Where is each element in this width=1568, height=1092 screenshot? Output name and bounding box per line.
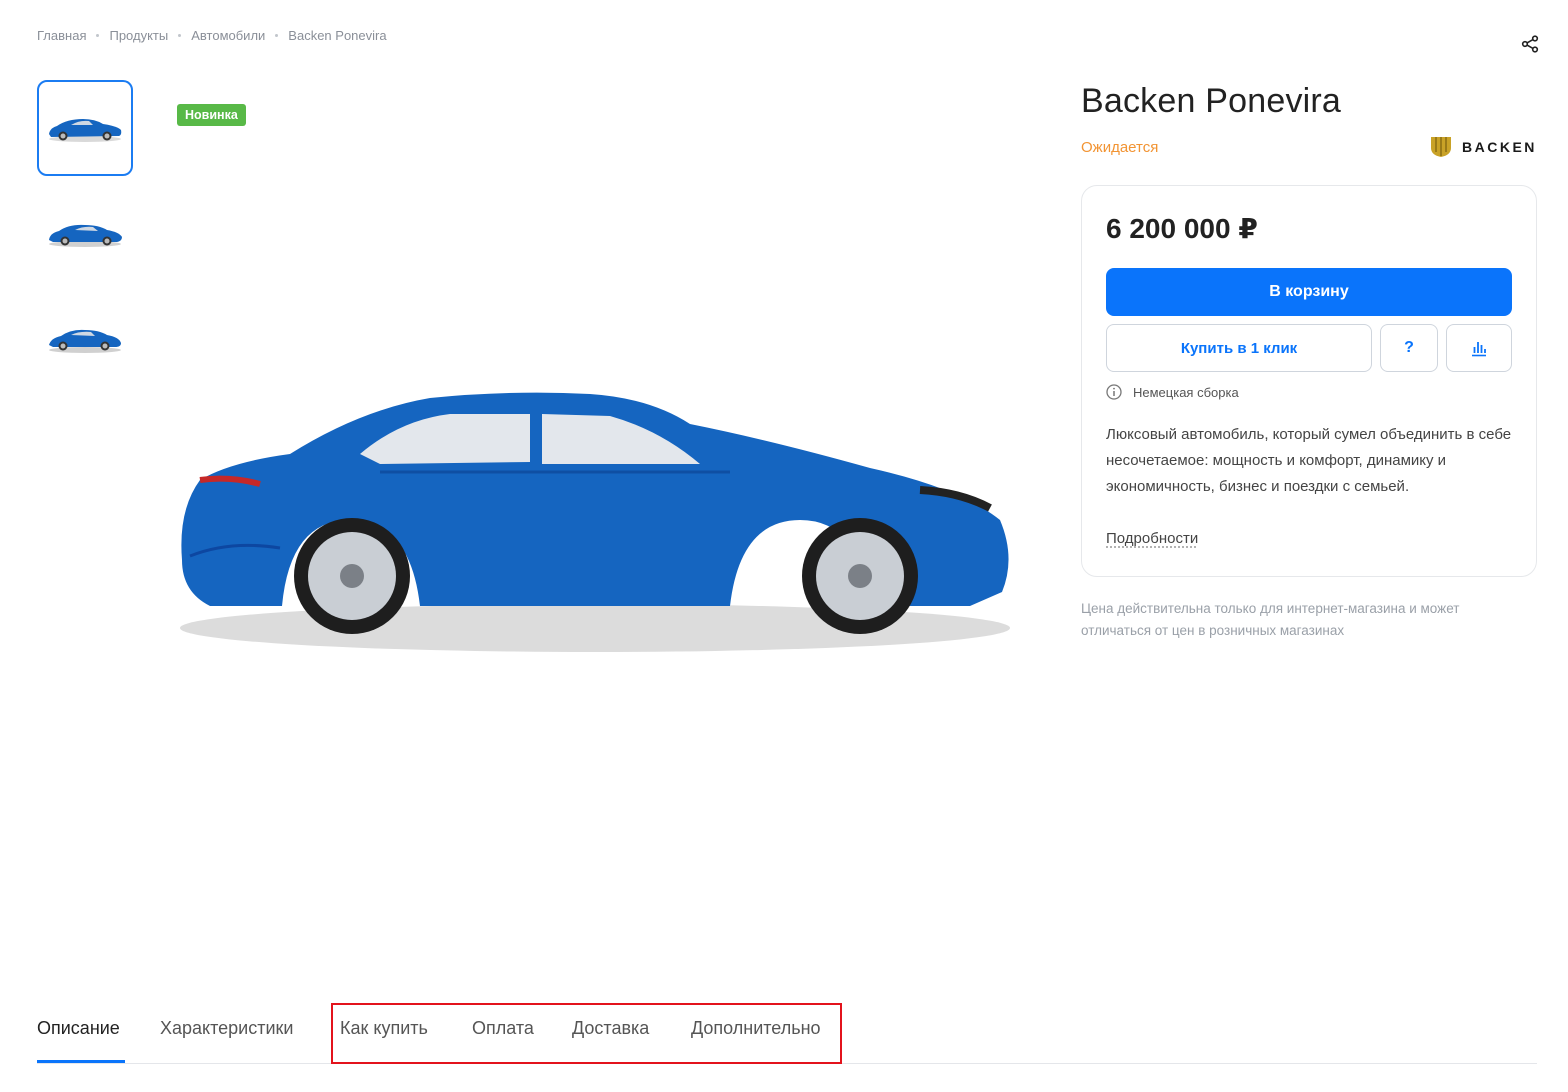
add-to-cart-button[interactable]: В корзину	[1106, 268, 1512, 316]
active-tab-indicator	[37, 1060, 125, 1063]
car-thumbnail-image	[49, 329, 121, 353]
tab-delivery[interactable]: Доставка	[572, 1018, 649, 1039]
chart-icon	[1472, 342, 1486, 357]
thumbnail-2[interactable]	[37, 185, 133, 281]
product-tabs: Описание Характеристики Как купить Оплат…	[37, 1000, 1537, 1064]
breadcrumb-products[interactable]: Продукты	[109, 28, 168, 43]
buy-one-click-button[interactable]: Купить в 1 клик	[1106, 324, 1372, 372]
brand-shield-icon	[1431, 137, 1451, 157]
tab-payment[interactable]: Оплата	[472, 1018, 534, 1039]
product-description: Люксовый автомобиль, который сумел объед…	[1106, 426, 1512, 495]
breadcrumb-current: Backen Ponevira	[288, 28, 387, 43]
breadcrumb-home[interactable]: Главная	[37, 28, 86, 43]
share-icon[interactable]	[1520, 34, 1540, 54]
assembly-text: Немецкая сборка	[1133, 384, 1239, 400]
breadcrumb-separator	[178, 34, 182, 37]
price-note: Цена действительна только для интернет-м…	[1081, 601, 1460, 638]
breadcrumb-separator	[275, 34, 279, 37]
availability-status: Ожидается	[1081, 139, 1159, 156]
brand-logo[interactable]: BACKEN	[1430, 136, 1537, 158]
new-badge: Новинка	[177, 104, 246, 126]
info-icon	[1106, 384, 1122, 400]
breadcrumb-cars[interactable]: Автомобили	[191, 28, 265, 43]
details-link[interactable]: Подробности	[1106, 530, 1198, 547]
tab-description[interactable]: Описание	[37, 1018, 120, 1039]
thumbnail-3[interactable]	[37, 290, 133, 386]
breadcrumb-separator	[96, 34, 100, 37]
breadcrumb: Главная Продукты Автомобили Backen Ponev…	[37, 28, 387, 43]
compare-button[interactable]	[1446, 324, 1512, 372]
brand-name: BACKEN	[1462, 139, 1537, 155]
thumbnail-1[interactable]	[37, 80, 133, 176]
tab-additional[interactable]: Дополнительно	[691, 1018, 821, 1039]
buy-box: 6 200 000 ₽ В корзину Купить в 1 клик ? …	[1081, 185, 1537, 577]
thumbnail-list	[37, 80, 133, 395]
question-icon: ?	[1404, 339, 1414, 356]
car-thumbnail-image	[49, 119, 122, 142]
product-page: Главная Продукты Автомобили Backen Ponev…	[0, 0, 1568, 1092]
product-title: Backen Ponevira	[1081, 82, 1342, 120]
car-thumbnail-image	[49, 224, 122, 247]
product-main-image[interactable]	[170, 380, 1020, 670]
tab-specifications[interactable]: Характеристики	[160, 1018, 293, 1039]
question-button[interactable]: ?	[1380, 324, 1438, 372]
product-price: 6 200 000 ₽	[1106, 213, 1258, 244]
tab-how-to-buy[interactable]: Как купить	[340, 1018, 428, 1039]
assembly-info: Немецкая сборка	[1106, 384, 1239, 400]
